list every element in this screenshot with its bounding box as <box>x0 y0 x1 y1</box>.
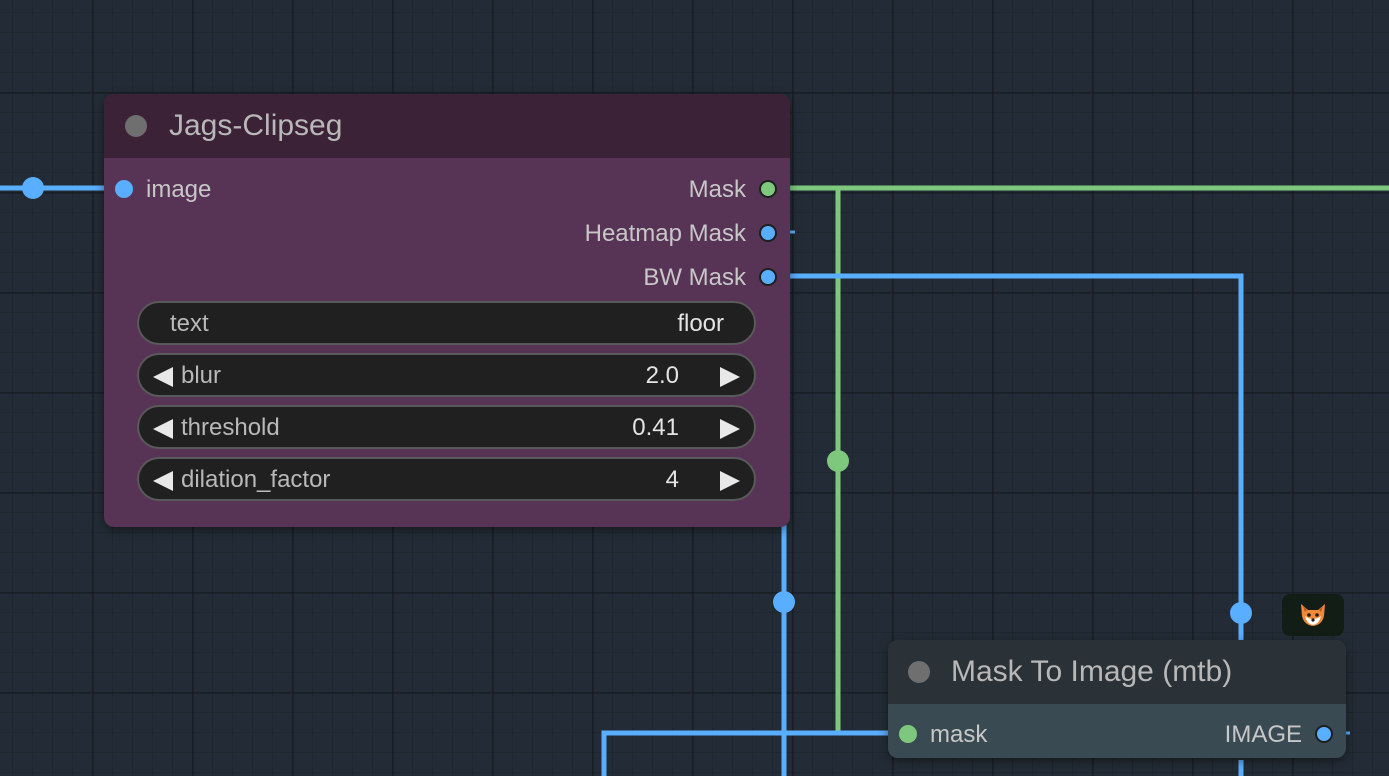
increment-arrow-icon[interactable] <box>720 471 740 491</box>
widget-value: 0.41 <box>632 414 679 441</box>
input-label-image: image <box>146 176 212 203</box>
fox-icon <box>1301 604 1325 626</box>
blur-widget[interactable]: blur 2.0 <box>137 353 756 397</box>
widget-label: text <box>170 310 209 337</box>
decrement-arrow-icon[interactable] <box>153 471 173 491</box>
output-slot-mask[interactable] <box>759 180 777 198</box>
output-label-image: IMAGE <box>1224 721 1302 748</box>
mask-to-image-node[interactable]: Mask To Image (mtb) mask IMAGE <box>888 640 1346 758</box>
widget-value: 2.0 <box>645 362 679 389</box>
link-bottom[interactable] <box>601 730 888 776</box>
widget-label: blur <box>181 362 222 389</box>
link-midpoint[interactable] <box>1230 602 1252 624</box>
input-slot-image[interactable] <box>115 180 133 198</box>
dilation-factor-widget[interactable]: dilation_factor 4 <box>137 457 756 501</box>
widget-value: floor <box>677 310 724 337</box>
widget-label: threshold <box>181 414 280 441</box>
link-midpoint[interactable] <box>22 177 44 199</box>
output-slot-heatmap-mask[interactable] <box>759 224 777 242</box>
node-title: Jags-Clipseg <box>169 109 343 142</box>
node-title: Mask To Image (mtb) <box>951 655 1233 688</box>
output-slot-bw-mask[interactable] <box>759 268 777 286</box>
decrement-arrow-icon[interactable] <box>153 367 173 387</box>
increment-arrow-icon[interactable] <box>720 419 740 439</box>
node-header[interactable]: Jags-Clipseg <box>104 94 790 158</box>
output-label-bw-mask: BW Mask <box>643 264 746 291</box>
node-badge[interactable] <box>1282 594 1344 636</box>
input-slot-mask[interactable] <box>899 725 917 743</box>
input-label-mask: mask <box>930 721 988 748</box>
link-midpoint[interactable] <box>827 450 849 472</box>
link-bw-mask[interactable] <box>790 273 1244 640</box>
widget-label: dilation_factor <box>181 466 331 493</box>
text-widget[interactable]: text floor <box>137 301 756 345</box>
output-label-mask: Mask <box>688 176 746 203</box>
output-slot-image[interactable] <box>1315 725 1333 743</box>
threshold-widget[interactable]: threshold 0.41 <box>137 405 756 449</box>
increment-arrow-icon[interactable] <box>720 367 740 387</box>
collapse-toggle[interactable] <box>125 115 147 137</box>
output-label-heatmap-mask: Heatmap Mask <box>584 220 746 247</box>
widget-value: 4 <box>665 466 679 493</box>
node-header[interactable]: Mask To Image (mtb) <box>888 640 1346 704</box>
decrement-arrow-icon[interactable] <box>153 419 173 439</box>
clipseg-node[interactable]: Jags-Clipseg image Mask Heatmap Mask BW … <box>104 94 790 527</box>
collapse-toggle[interactable] <box>908 661 930 683</box>
graph-canvas[interactable]: Jags-Clipseg image Mask Heatmap Mask BW … <box>0 0 1389 776</box>
link-midpoint[interactable] <box>773 591 795 613</box>
